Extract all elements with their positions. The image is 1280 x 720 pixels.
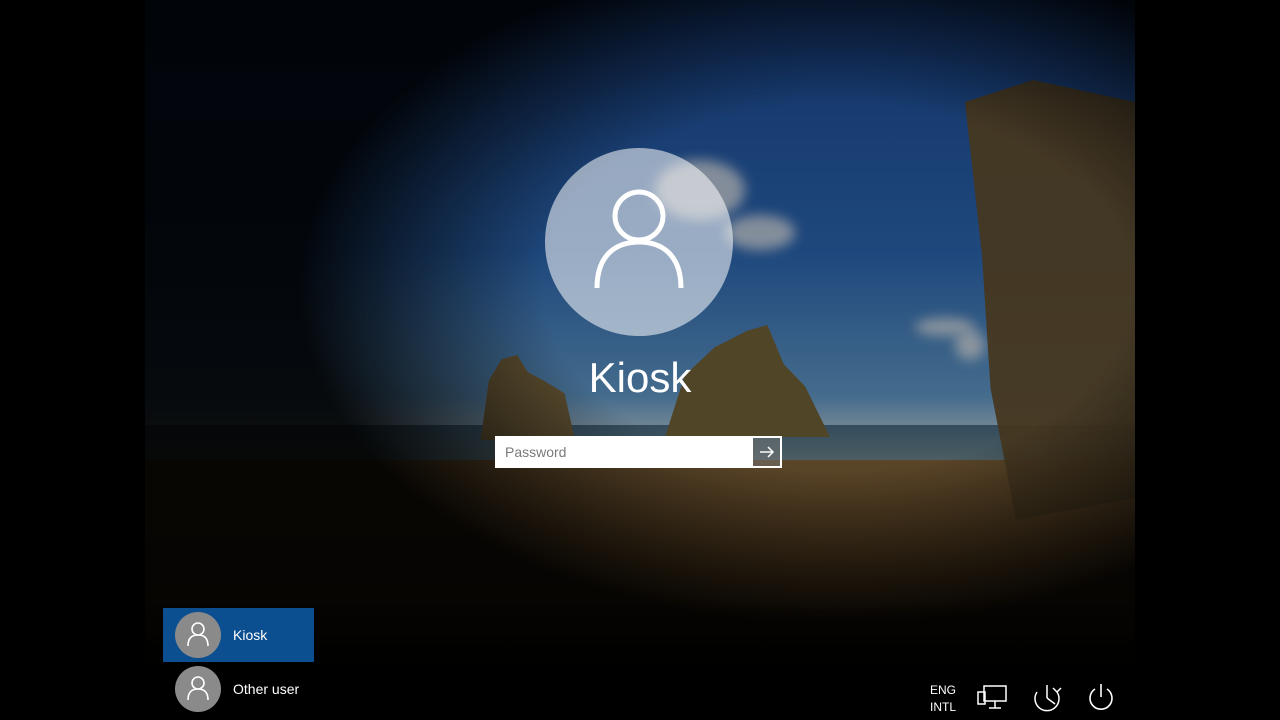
user-icon — [187, 676, 209, 700]
system-tray: ENG INTL — [930, 680, 1118, 716]
user-item-label: Kiosk — [233, 627, 268, 643]
user-item-other-user[interactable]: Other user — [163, 662, 314, 716]
language-indicator[interactable]: ENG INTL — [930, 682, 956, 716]
user-item-kiosk[interactable]: Kiosk — [163, 608, 314, 662]
password-input[interactable] — [495, 436, 751, 468]
arrow-right-icon — [759, 446, 774, 458]
ease-of-access-button[interactable] — [1030, 680, 1064, 714]
password-row — [495, 436, 782, 468]
ease-of-access-icon — [1034, 685, 1062, 712]
keyboard-layout: INTL — [930, 700, 957, 714]
user-switcher: Kiosk Other user — [163, 608, 314, 716]
user-avatar — [545, 148, 733, 336]
user-icon — [594, 189, 684, 288]
letterbox-right — [1135, 0, 1280, 720]
network-icon — [977, 685, 1007, 709]
username-title: Kiosk — [588, 354, 692, 401]
user-icon — [187, 622, 209, 646]
user-item-label: Other user — [233, 681, 300, 697]
network-button[interactable] — [976, 680, 1010, 714]
power-icon — [1089, 684, 1113, 710]
submit-button[interactable] — [751, 436, 782, 468]
power-button[interactable] — [1084, 680, 1118, 714]
language-code: ENG — [930, 683, 957, 697]
user-avatar-small — [175, 666, 221, 712]
user-avatar-small — [175, 612, 221, 658]
letterbox-left — [0, 0, 145, 720]
